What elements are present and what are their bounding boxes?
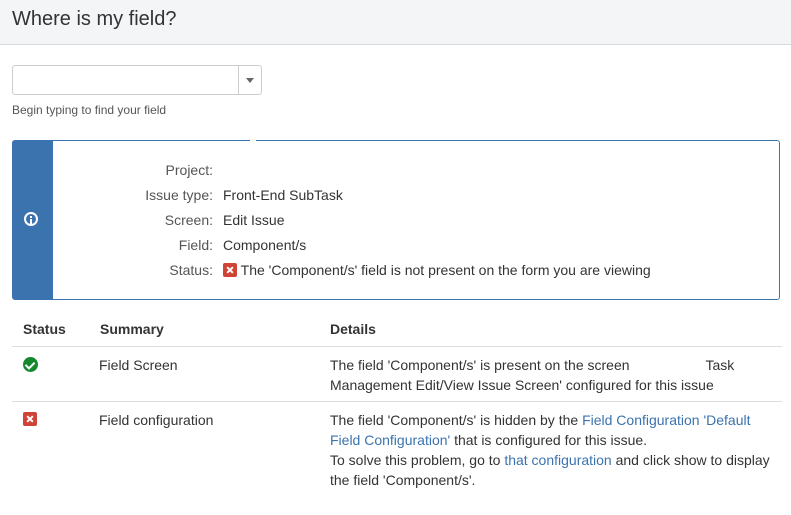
column-header-status: Status xyxy=(23,321,66,337)
that-configuration-link[interactable]: that configuration xyxy=(504,452,611,468)
info-status-value: The 'Component/s' field is not present o… xyxy=(223,262,651,278)
info-value: Component/s xyxy=(223,237,307,253)
info-label: Field: xyxy=(178,237,213,253)
column-header-summary: Summary xyxy=(100,321,164,337)
field-search-select[interactable] xyxy=(12,65,262,95)
column-header-details: Details xyxy=(330,321,376,337)
row-details: The field 'Component/s' is hidden by the… xyxy=(330,410,780,490)
info-label: Status: xyxy=(169,262,213,278)
page-title: Where is my field? xyxy=(12,8,177,30)
row-details-line: To solve this problem, go to that config… xyxy=(330,452,770,468)
field-configuration-link[interactable]: Field Configuration 'Default xyxy=(582,412,750,428)
info-row-field: Field: Component/s xyxy=(13,237,781,257)
error-icon xyxy=(223,263,237,277)
info-row-issue-type: Issue type: Front-End SubTask xyxy=(13,187,781,207)
info-status-text: The 'Component/s' field is not present o… xyxy=(240,262,651,278)
row-details-line: The field 'Component/s' is hidden by the… xyxy=(330,412,751,428)
row-details: The field 'Component/s' is present on th… xyxy=(330,355,770,395)
chevron-down-icon xyxy=(246,78,254,83)
info-row-project: Project: xyxy=(13,162,781,182)
row-summary: Field Screen xyxy=(99,357,178,373)
info-label: Issue type: xyxy=(145,187,213,203)
row-summary: Field configuration xyxy=(99,412,214,428)
row-details-line: Management Edit/View Issue Screen' confi… xyxy=(330,377,714,393)
header-divider xyxy=(12,346,782,347)
field-search-helper: Begin typing to find your field xyxy=(12,103,167,117)
field-configuration-link-cont[interactable]: Field Configuration' xyxy=(330,432,450,448)
info-value: Edit Issue xyxy=(223,212,285,228)
info-value: Front-End SubTask xyxy=(223,187,343,203)
page-header: Where is my field? xyxy=(0,0,791,45)
info-label: Screen: xyxy=(164,212,213,228)
info-row-status: Status: The 'Component/s' field is not p… xyxy=(13,262,781,282)
row-details-line: the field 'Component/s'. xyxy=(330,472,476,488)
info-row-screen: Screen: Edit Issue xyxy=(13,212,781,232)
row-details-line: The field 'Component/s' is present on th… xyxy=(330,357,735,373)
field-search-dropdown-toggle[interactable] xyxy=(238,66,261,94)
info-label: Project: xyxy=(165,162,213,178)
check-circle-icon xyxy=(23,357,38,372)
row-divider xyxy=(12,401,782,402)
info-panel: Project: Issue type: Front-End SubTask S… xyxy=(12,139,781,300)
row-details-line: Field Configuration' that is configured … xyxy=(330,432,648,448)
error-icon xyxy=(23,412,37,426)
